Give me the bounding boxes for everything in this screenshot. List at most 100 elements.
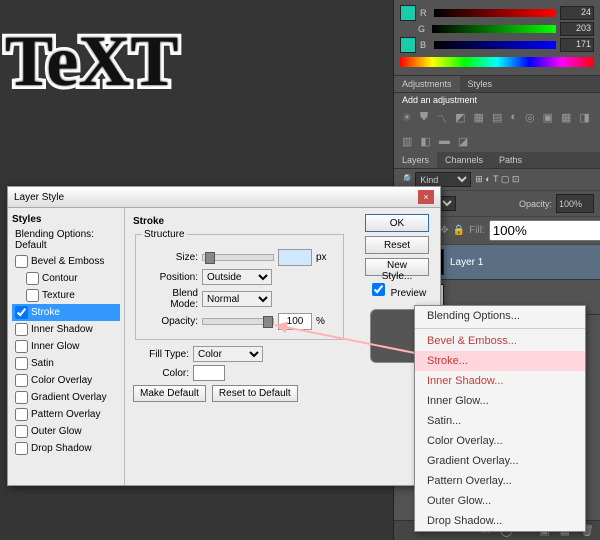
blending-options-default[interactable]: Blending Options: Default bbox=[12, 227, 120, 253]
r-slider[interactable] bbox=[434, 9, 556, 17]
opacity-slider[interactable] bbox=[202, 318, 274, 325]
opt-outer-glow[interactable]: Outer Glow bbox=[12, 423, 120, 440]
opacity-unit: % bbox=[316, 316, 325, 327]
b-slider[interactable] bbox=[434, 41, 556, 49]
make-default-button[interactable]: Make Default bbox=[133, 385, 206, 402]
tab-layers[interactable]: Layers bbox=[394, 152, 437, 168]
lookup-icon[interactable]: ▦ bbox=[561, 111, 571, 127]
color-swatch[interactable] bbox=[193, 365, 225, 381]
opt-stroke[interactable]: Stroke bbox=[12, 304, 120, 321]
menu-satin[interactable]: Satin... bbox=[415, 411, 585, 431]
photo-filter-icon[interactable]: ◎ bbox=[525, 111, 535, 127]
fill-label: Fill: bbox=[469, 225, 485, 236]
opt-satin[interactable]: Satin bbox=[12, 355, 120, 372]
background-swatch[interactable] bbox=[400, 37, 416, 53]
b-value[interactable]: 171 bbox=[560, 38, 594, 52]
brightness-icon[interactable]: ☀ bbox=[402, 111, 412, 127]
structure-legend: Structure bbox=[142, 229, 187, 240]
opacity-input[interactable] bbox=[278, 313, 312, 330]
menu-outer-glow[interactable]: Outer Glow... bbox=[415, 491, 585, 511]
opt-texture[interactable]: Texture bbox=[12, 287, 120, 304]
filter-kind-select[interactable]: Kind bbox=[415, 172, 471, 187]
position-select[interactable]: Outside bbox=[202, 269, 272, 285]
lock-position-icon[interactable]: ✥ bbox=[440, 225, 448, 236]
preview-checkbox[interactable]: Preview bbox=[368, 280, 426, 299]
opt-contour[interactable]: Contour bbox=[12, 270, 120, 287]
hue-strip[interactable] bbox=[400, 57, 594, 67]
styles-list: Styles Blending Options: Default Bevel &… bbox=[8, 208, 125, 485]
reset-default-button[interactable]: Reset to Default bbox=[212, 385, 298, 402]
opt-drop-shadow[interactable]: Drop Shadow bbox=[12, 440, 120, 457]
ok-button[interactable]: OK bbox=[365, 214, 429, 232]
size-slider[interactable] bbox=[202, 254, 274, 261]
bw-icon[interactable]: ◐ bbox=[510, 111, 517, 127]
menu-bevel[interactable]: Bevel & Emboss... bbox=[415, 331, 585, 351]
selective-icon[interactable]: ◪ bbox=[458, 135, 468, 148]
threshold-icon[interactable]: ◧ bbox=[420, 135, 430, 148]
invert-icon[interactable]: ◨ bbox=[579, 111, 589, 127]
r-value[interactable]: 24 bbox=[560, 6, 594, 20]
size-input[interactable] bbox=[278, 249, 312, 266]
channel-mixer-icon[interactable]: ▣ bbox=[543, 111, 553, 127]
opacity-label: Opacity: bbox=[519, 199, 552, 209]
foreground-swatch[interactable] bbox=[400, 5, 416, 21]
styles-header: Styles bbox=[12, 214, 120, 225]
hue-icon[interactable]: ▤ bbox=[492, 111, 502, 127]
fill-field[interactable] bbox=[489, 220, 600, 241]
size-unit: px bbox=[316, 252, 327, 263]
vibrance-icon[interactable]: ▦ bbox=[474, 111, 484, 127]
opt-inner-shadow[interactable]: Inner Shadow bbox=[12, 321, 120, 338]
levels-icon[interactable]: ⛊ bbox=[420, 111, 428, 127]
blendmode-select[interactable]: Normal bbox=[202, 291, 272, 307]
filltype-label: Fill Type: bbox=[133, 349, 189, 360]
tab-styles[interactable]: Styles bbox=[460, 76, 501, 92]
menu-inner-glow[interactable]: Inner Glow... bbox=[415, 391, 585, 411]
menu-color-overlay[interactable]: Color Overlay... bbox=[415, 431, 585, 451]
filltype-select[interactable]: Color bbox=[193, 346, 263, 362]
gradient-map-icon[interactable]: ▬ bbox=[439, 135, 450, 148]
size-label: Size: bbox=[142, 252, 198, 263]
position-label: Position: bbox=[142, 272, 198, 283]
menu-stroke[interactable]: Stroke... bbox=[415, 351, 585, 371]
g-value[interactable]: 203 bbox=[560, 22, 594, 36]
reset-button[interactable]: Reset bbox=[365, 236, 429, 254]
color-panel: R 24 G 203 B 171 bbox=[394, 0, 600, 76]
g-label: G bbox=[418, 24, 428, 34]
opt-bevel[interactable]: Bevel & Emboss bbox=[12, 253, 120, 270]
adjustments-tabs: Adjustments Styles bbox=[394, 76, 600, 93]
stroke-settings: Stroke Structure Size: px Position: Outs… bbox=[125, 208, 354, 485]
exposure-icon[interactable]: ◩ bbox=[455, 111, 465, 127]
opt-inner-glow[interactable]: Inner Glow bbox=[12, 338, 120, 355]
opt-gradient-overlay[interactable]: Gradient Overlay bbox=[12, 389, 120, 406]
close-button[interactable]: × bbox=[418, 190, 434, 204]
opacity-label: Opacity: bbox=[142, 316, 198, 327]
tab-paths[interactable]: Paths bbox=[491, 152, 530, 168]
blendmode-label: Blend Mode: bbox=[142, 288, 198, 310]
r-label: R bbox=[420, 8, 430, 18]
add-adjustment-label: Add an adjustment bbox=[394, 93, 600, 107]
dialog-title: Layer Style bbox=[14, 192, 64, 203]
g-slider[interactable] bbox=[432, 25, 556, 33]
dialog-titlebar[interactable]: Layer Style × bbox=[8, 187, 440, 208]
tab-adjustments[interactable]: Adjustments bbox=[394, 76, 460, 92]
curves-icon[interactable]: 〽 bbox=[436, 111, 447, 127]
new-style-button[interactable]: New Style... bbox=[365, 258, 429, 276]
adjustment-icons: ☀ ⛊ 〽 ◩ ▦ ▤ ◐ ◎ ▣ ▦ ◨ ▥ ◧ ▬ ◪ bbox=[394, 107, 600, 152]
layer-style-dialog: Layer Style × Styles Blending Options: D… bbox=[7, 186, 441, 486]
opt-color-overlay[interactable]: Color Overlay bbox=[12, 372, 120, 389]
menu-inner-shadow[interactable]: Inner Shadow... bbox=[415, 371, 585, 391]
menu-gradient-overlay[interactable]: Gradient Overlay... bbox=[415, 451, 585, 471]
opacity-field[interactable] bbox=[556, 194, 594, 213]
b-label: B bbox=[420, 40, 430, 50]
lock-all-icon[interactable]: 🔒 bbox=[453, 225, 465, 236]
layer-name[interactable]: Layer 1 bbox=[450, 257, 483, 268]
fx-context-menu: Blending Options... Bevel & Emboss... St… bbox=[414, 305, 586, 532]
posterize-icon[interactable]: ▥ bbox=[402, 135, 412, 148]
canvas-text-outline: TeXT TeXT bbox=[5, 20, 178, 103]
tab-channels[interactable]: Channels bbox=[437, 152, 491, 168]
menu-pattern-overlay[interactable]: Pattern Overlay... bbox=[415, 471, 585, 491]
menu-drop-shadow[interactable]: Drop Shadow... bbox=[415, 511, 585, 531]
opt-pattern-overlay[interactable]: Pattern Overlay bbox=[12, 406, 120, 423]
section-title: Stroke bbox=[133, 216, 346, 227]
menu-blending-options[interactable]: Blending Options... bbox=[415, 306, 585, 326]
